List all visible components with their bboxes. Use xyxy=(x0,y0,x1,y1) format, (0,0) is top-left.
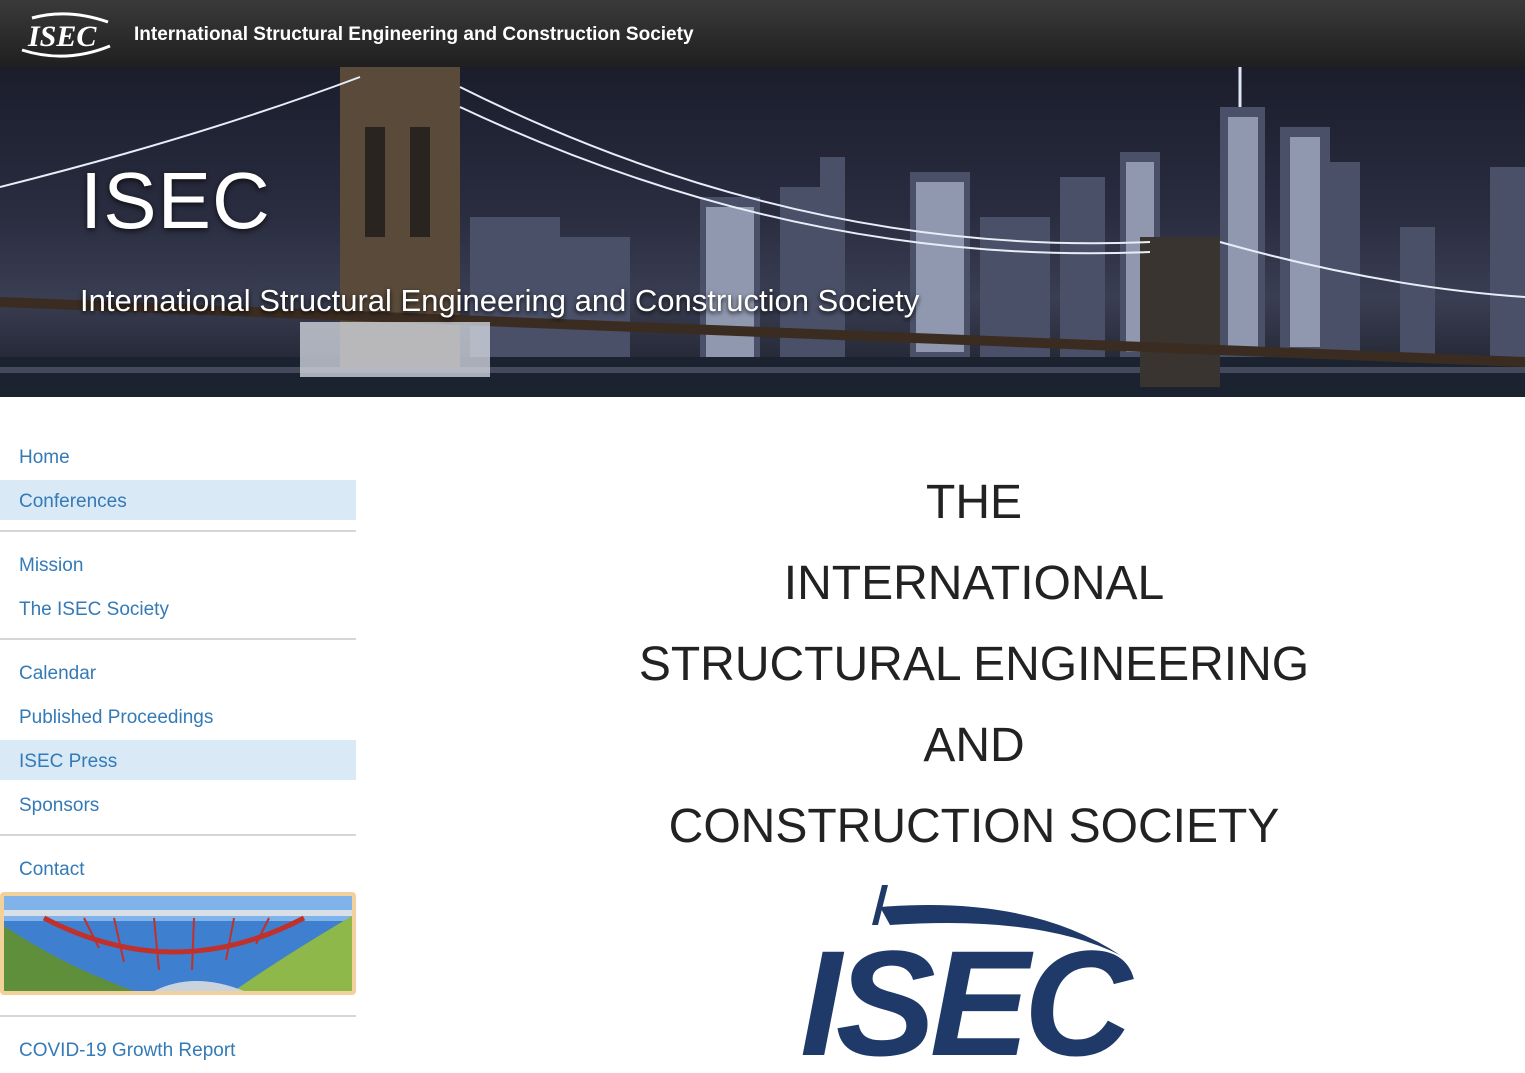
banner-title: ISEC xyxy=(80,156,271,245)
heading-line: THE xyxy=(926,476,1022,529)
sidebar-divider xyxy=(0,1015,356,1017)
sidebar-item-sponsors[interactable]: Sponsors xyxy=(0,784,356,824)
sidebar-divider xyxy=(0,530,356,532)
nav-logo-text: ISEC xyxy=(27,20,97,53)
sidebar-item-contact[interactable]: Contact xyxy=(0,848,356,888)
heading-line: INTERNATIONAL xyxy=(783,557,1165,610)
heading-line: AND xyxy=(923,719,1025,772)
sidebar-item-published-proceedings[interactable]: Published Proceedings xyxy=(0,696,356,736)
sidebar-item-conferences[interactable]: Conferences xyxy=(0,480,356,520)
top-navbar: ISEC International Structural Engineerin… xyxy=(0,0,1525,68)
heading-line: STRUCTURAL ENGINEERING xyxy=(638,638,1310,691)
banner-subtitle: International Structural Engineering and… xyxy=(80,283,920,318)
site-title[interactable]: International Structural Engineering and… xyxy=(134,24,694,46)
bridge-photo xyxy=(4,896,352,991)
hero-banner: ISEC International Structural Engineerin… xyxy=(0,67,1525,397)
sidebar-item-covid-report[interactable]: COVID-19 Growth Report xyxy=(0,1029,356,1069)
isec-logo-icon[interactable]: ISEC xyxy=(18,6,114,60)
bridge-promo-image[interactable] xyxy=(0,892,356,995)
sidebar-item-mission[interactable]: Mission xyxy=(0,544,356,584)
sidebar-nav: Home Conferences Mission The ISEC Societ… xyxy=(0,436,356,1073)
isec-large-logo-icon: ISEC xyxy=(800,885,1141,1059)
sidebar-divider xyxy=(0,638,356,640)
sidebar-item-home[interactable]: Home xyxy=(0,436,356,476)
heading-line: CONSTRUCTION SOCIETY xyxy=(668,800,1280,853)
sidebar-item-calendar[interactable]: Calendar xyxy=(0,652,356,692)
page-heading: THE INTERNATIONAL STRUCTURAL ENGINEERING… xyxy=(600,462,1348,867)
sidebar-item-isec-press[interactable]: ISEC Press xyxy=(0,740,356,780)
sidebar-divider xyxy=(0,834,356,836)
sidebar-item-isec-society[interactable]: The ISEC Society xyxy=(0,588,356,628)
large-logo-text: ISEC xyxy=(800,919,1135,1059)
